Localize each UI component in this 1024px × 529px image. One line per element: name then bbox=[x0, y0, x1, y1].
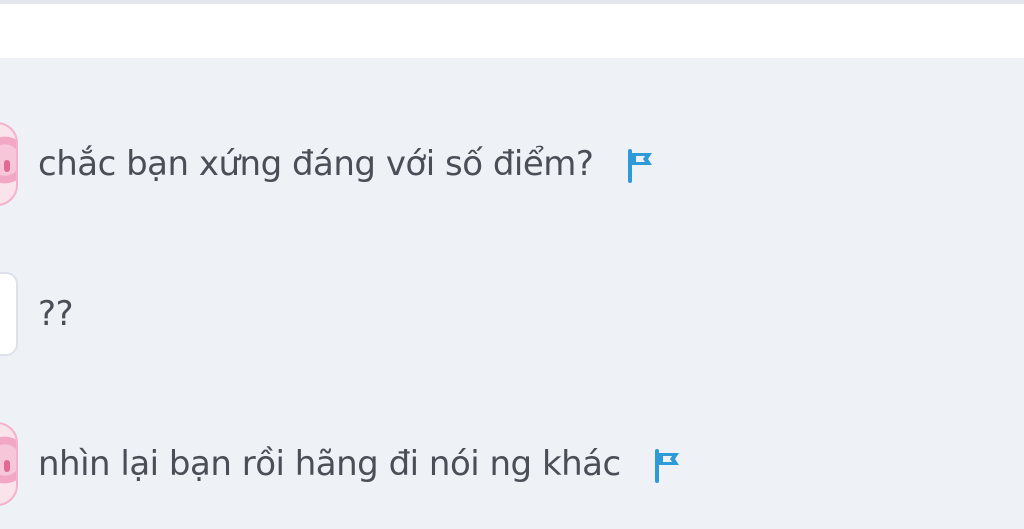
comment-text-row: nhìn lại bạn rồi hãng đi nói ng khác bbox=[38, 443, 683, 485]
comment-text: chắc bạn xứng đáng với số điểm? bbox=[38, 144, 594, 184]
user-avatar[interactable] bbox=[0, 272, 18, 356]
comment-text-row: ?? bbox=[38, 293, 74, 335]
comment-item: chắc bạn xứng đáng với số điểm? bbox=[0, 122, 1024, 206]
comment-text-row: chắc bạn xứng đáng với số điểm? bbox=[38, 143, 656, 185]
comment-list: chắc bạn xứng đáng với số điểm? ?? nhìn … bbox=[0, 58, 1024, 529]
comment-item: nhìn lại bạn rồi hãng đi nói ng khác bbox=[0, 422, 1024, 506]
flag-icon[interactable] bbox=[626, 148, 656, 183]
comment-text: ?? bbox=[38, 294, 74, 334]
top-bar bbox=[0, 0, 1024, 58]
comment-text: nhìn lại bạn rồi hãng đi nói ng khác bbox=[38, 444, 621, 484]
user-avatar[interactable] bbox=[0, 122, 18, 206]
comment-item: ?? bbox=[0, 272, 1024, 356]
user-avatar[interactable] bbox=[0, 422, 18, 506]
flag-icon[interactable] bbox=[653, 448, 683, 483]
